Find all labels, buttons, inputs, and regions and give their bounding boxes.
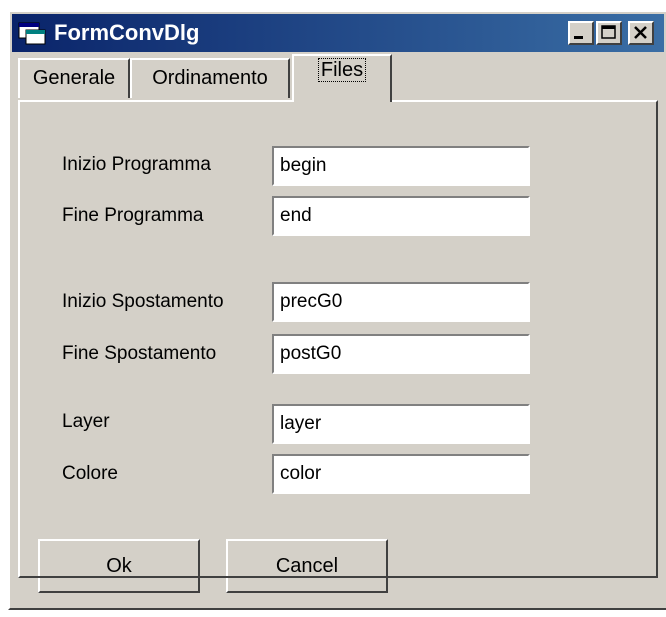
- minimize-icon: [570, 30, 592, 47]
- close-icon: [630, 26, 652, 47]
- tab-files[interactable]: Files: [292, 54, 392, 102]
- tab-label: Ordinamento: [152, 67, 268, 89]
- maximize-icon: [598, 25, 620, 47]
- tab-panel-files: [18, 100, 658, 578]
- tab-label: Files: [317, 58, 367, 82]
- window-title: FormConvDlg: [54, 20, 200, 45]
- tab-ordinamento[interactable]: Ordinamento: [130, 58, 290, 98]
- app-window-icon: [18, 21, 46, 45]
- close-button[interactable]: [628, 21, 654, 45]
- dialog-window: FormConvDlg Generale Ordinamento Files I…: [8, 10, 666, 610]
- title-bar[interactable]: FormConvDlg: [12, 14, 664, 52]
- maximize-button[interactable]: [596, 21, 622, 45]
- minimize-button[interactable]: [568, 21, 594, 45]
- tab-label: Generale: [32, 67, 116, 89]
- tab-generale[interactable]: Generale: [18, 58, 130, 98]
